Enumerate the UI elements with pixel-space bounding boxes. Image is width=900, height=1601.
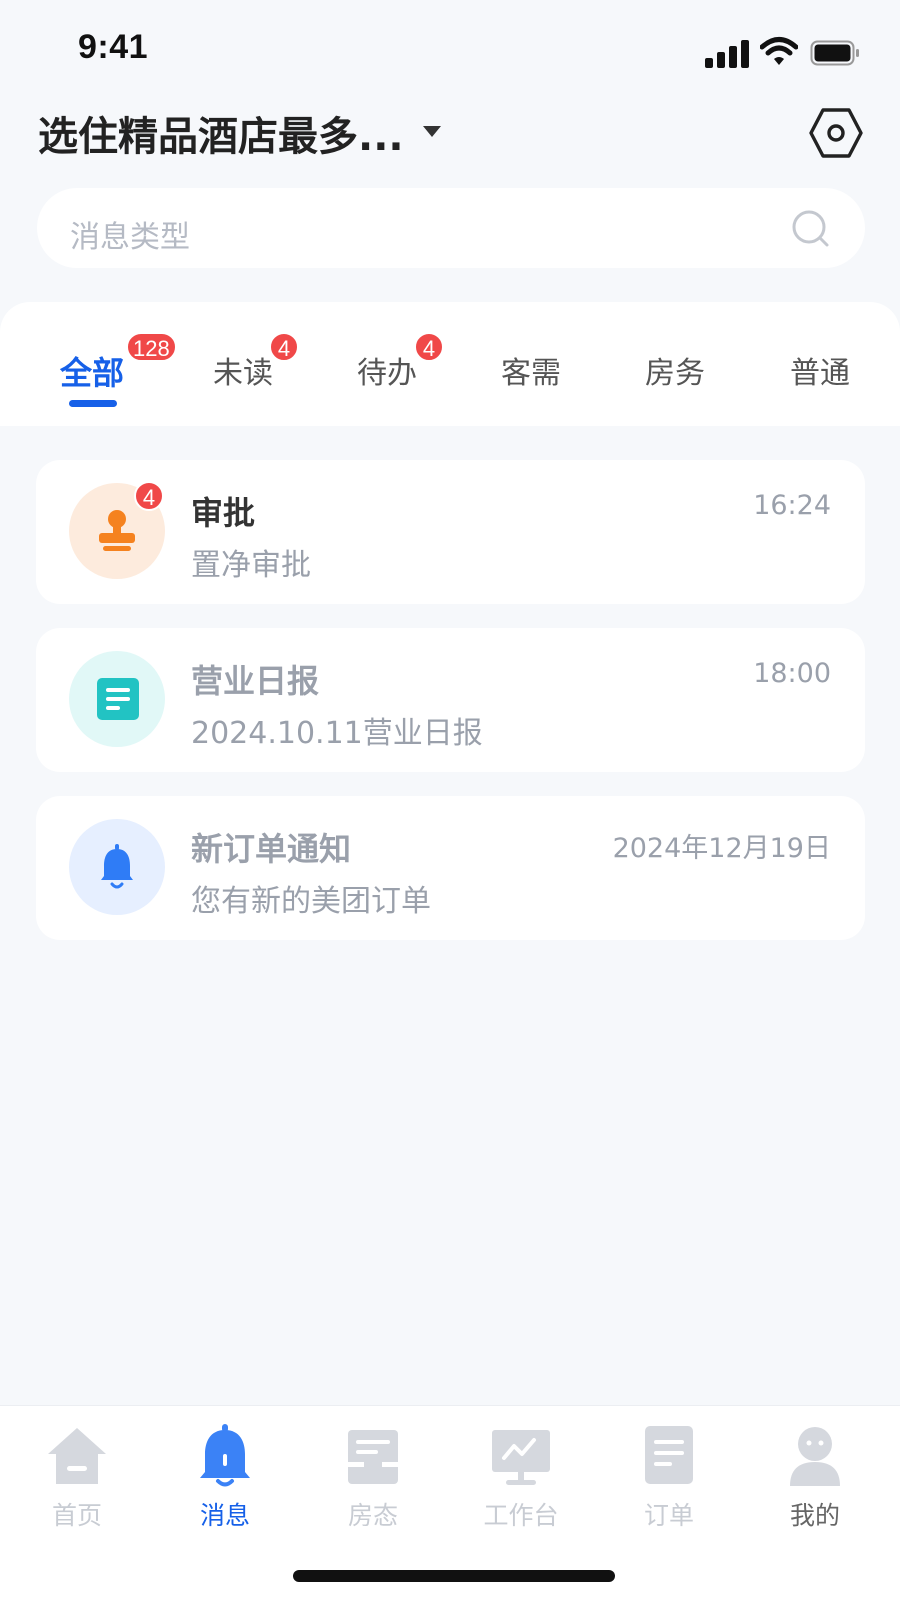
report-icon: [97, 678, 139, 720]
chevron-down-icon[interactable]: [423, 126, 441, 137]
settings-icon[interactable]: [808, 105, 864, 161]
stamp-icon: [99, 510, 135, 551]
message-avatar: [69, 819, 165, 915]
tab-guest-requests[interactable]: 客需: [501, 348, 561, 392]
room-status-icon: [348, 1430, 398, 1484]
nav-workbench[interactable]: 工作台: [466, 1424, 576, 1534]
message-card-daily-report[interactable]: 营业日报 2024.10.11营业日报 18:00: [36, 628, 865, 772]
nav-label: 房态: [347, 1501, 398, 1530]
nav-label: 订单: [643, 1501, 694, 1530]
home-icon: [48, 1428, 106, 1484]
message-title: 新订单通知: [191, 830, 352, 868]
message-subtitle: 2024.10.11营业日报: [191, 716, 483, 751]
nav-orders[interactable]: 订单: [614, 1424, 724, 1534]
nav-label: 我的: [789, 1501, 840, 1530]
message-time: 2024年12月19日: [612, 833, 831, 864]
nav-room-status[interactable]: 房态: [318, 1424, 428, 1534]
search-icon[interactable]: [791, 209, 831, 249]
bell-icon: [200, 1424, 250, 1487]
message-subtitle: 置净审批: [191, 548, 311, 583]
hotel-selector[interactable]: 选住精品酒店最多...: [38, 104, 404, 162]
tab-unread-badge: 4: [269, 332, 299, 362]
bell-icon: [101, 844, 133, 889]
message-avatar: [69, 651, 165, 747]
profile-icon: [790, 1427, 840, 1486]
tab-general[interactable]: 普通: [790, 348, 850, 392]
nav-label: 首页: [51, 1501, 102, 1530]
battery-icon: [810, 40, 859, 66]
nav-mine[interactable]: 我的: [760, 1424, 870, 1534]
tab-all-badge: 128: [126, 332, 177, 362]
signal-icon: [705, 40, 749, 68]
wifi-icon: [760, 37, 798, 65]
message-time: 18:00: [753, 658, 831, 689]
tab-bar: [0, 302, 900, 426]
message-title: 审批: [191, 494, 256, 532]
message-subtitle: 您有新的美团订单: [191, 884, 431, 919]
tab-todo-badge: 4: [414, 332, 444, 362]
message-card-new-order[interactable]: 新订单通知 您有新的美团订单 2024年12月19日: [36, 796, 865, 940]
tab-todo[interactable]: 待办: [357, 348, 417, 392]
message-time: 16:24: [753, 490, 831, 521]
nav-messages[interactable]: 消息: [170, 1424, 280, 1534]
search-placeholder[interactable]: 消息类型: [70, 212, 190, 256]
tab-unread[interactable]: 未读: [213, 348, 273, 392]
message-title: 营业日报: [191, 662, 320, 700]
nav-home[interactable]: 首页: [22, 1424, 132, 1534]
workbench-icon: [492, 1430, 550, 1485]
status-time: 9:41: [78, 28, 149, 66]
message-card-approval[interactable]: 4 审批 置净审批 16:24: [36, 460, 865, 604]
tab-housekeeping[interactable]: 房务: [645, 348, 705, 392]
active-tab-indicator: [69, 400, 117, 407]
nav-label: 消息: [199, 1501, 250, 1530]
home-indicator: [293, 1570, 615, 1582]
message-badge: 4: [134, 481, 164, 511]
tab-all[interactable]: 全部: [60, 348, 124, 394]
order-icon: [645, 1426, 693, 1484]
nav-label: 工作台: [483, 1501, 559, 1530]
